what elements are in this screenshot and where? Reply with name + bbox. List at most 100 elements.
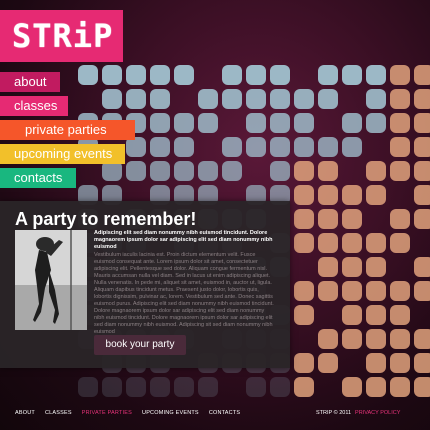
copyright-text: STRIP © 2011 — [316, 410, 352, 416]
disco-dot — [342, 305, 362, 325]
disco-dot — [270, 113, 290, 133]
disco-dot — [222, 89, 242, 109]
nav-item-label: contacts — [14, 170, 63, 185]
disco-dot — [174, 377, 194, 397]
disco-dot — [126, 377, 146, 397]
disco-dot — [294, 185, 314, 205]
disco-dot — [390, 137, 410, 157]
logo-text: STRiP — [12, 17, 114, 55]
disco-dot — [318, 185, 338, 205]
footer-link-upcoming-events[interactable]: UPCOMING EVENTS — [142, 410, 199, 416]
disco-dot — [270, 377, 290, 397]
disco-dot — [342, 233, 362, 253]
site-logo[interactable]: STRiP — [0, 10, 123, 62]
disco-dot — [126, 89, 146, 109]
disco-dot — [294, 89, 314, 109]
disco-dot — [414, 353, 430, 373]
disco-dot — [318, 209, 338, 229]
disco-dot — [102, 65, 122, 85]
dancer-photo — [15, 230, 87, 330]
disco-dot — [390, 113, 410, 133]
disco-dot — [342, 329, 362, 349]
disco-dot — [414, 161, 430, 181]
disco-dot — [270, 89, 290, 109]
disco-dot — [294, 233, 314, 253]
page-background: STRiP about classes private parties upco… — [0, 0, 430, 430]
disco-dot — [390, 377, 410, 397]
disco-dot — [366, 113, 386, 133]
privacy-policy-link[interactable]: PRIVACY POLICY — [355, 410, 400, 416]
disco-dot — [318, 233, 338, 253]
disco-dot — [366, 329, 386, 349]
disco-dot — [390, 209, 410, 229]
nav-item-about[interactable]: about — [0, 72, 60, 92]
disco-dot — [318, 65, 338, 85]
nav-item-private-parties[interactable]: private parties — [0, 120, 135, 140]
disco-dot — [414, 281, 430, 301]
disco-dot — [246, 137, 266, 157]
disco-dot — [366, 377, 386, 397]
nav-item-label: private parties — [25, 122, 107, 137]
footer-link-about[interactable]: ABOUT — [15, 410, 35, 416]
disco-dot — [174, 137, 194, 157]
disco-dot — [342, 377, 362, 397]
disco-dot — [342, 209, 362, 229]
footer-link-private-parties[interactable]: PRIVATE PARTIES — [82, 410, 132, 416]
disco-dot — [414, 209, 430, 229]
disco-dot — [294, 209, 314, 229]
disco-dot — [294, 353, 314, 373]
disco-dot — [222, 65, 242, 85]
disco-dot — [294, 113, 314, 133]
nav-item-classes[interactable]: classes — [0, 96, 68, 116]
disco-dot — [390, 161, 410, 181]
disco-dot — [390, 353, 410, 373]
body-text: Vestibulum iaculis lacinia est. Proin di… — [94, 252, 274, 335]
disco-dot — [174, 65, 194, 85]
disco-dot — [126, 137, 146, 157]
disco-dot — [198, 89, 218, 109]
disco-dot — [222, 161, 242, 181]
disco-dot — [414, 113, 430, 133]
disco-dot — [366, 233, 386, 253]
book-party-button[interactable]: book your party — [94, 335, 186, 355]
disco-dot — [270, 65, 290, 85]
disco-dot — [366, 305, 386, 325]
disco-dot — [198, 377, 218, 397]
disco-dot — [366, 281, 386, 301]
disco-dot — [342, 113, 362, 133]
disco-dot — [246, 377, 266, 397]
disco-dot — [414, 329, 430, 349]
disco-dot — [318, 89, 338, 109]
disco-dot — [414, 65, 430, 85]
footer-nav: ABOUT CLASSES PRIVATE PARTIES UPCOMING E… — [15, 410, 240, 416]
disco-dot — [318, 137, 338, 157]
disco-dot — [150, 377, 170, 397]
disco-dot — [390, 233, 410, 253]
disco-dot — [414, 89, 430, 109]
disco-dot — [366, 89, 386, 109]
disco-dot — [294, 305, 314, 325]
nav-item-label: classes — [14, 98, 58, 113]
intro-text: Adipiscing elit sed diam nonummy nibh eu… — [94, 230, 273, 250]
disco-dot — [126, 65, 146, 85]
disco-dot — [150, 137, 170, 157]
disco-dot — [246, 65, 266, 85]
nav-item-upcoming-events[interactable]: upcoming events — [0, 144, 125, 164]
disco-dot — [318, 353, 338, 373]
disco-dot — [318, 281, 338, 301]
disco-dot — [222, 137, 242, 157]
footer-link-contacts[interactable]: CONTACTS — [209, 410, 240, 416]
disco-dot — [342, 281, 362, 301]
nav-item-label: upcoming events — [14, 146, 113, 161]
footer-link-classes[interactable]: CLASSES — [45, 410, 72, 416]
footer-legal: STRIP © 2011 PRIVACY POLICY — [316, 410, 400, 416]
disco-dot — [366, 353, 386, 373]
disco-dot — [390, 89, 410, 109]
page-title: A party to remember! — [15, 209, 197, 229]
disco-dot — [294, 137, 314, 157]
disco-dot — [342, 137, 362, 157]
nav-item-contacts[interactable]: contacts — [0, 168, 76, 188]
disco-dot — [390, 281, 410, 301]
disco-dot — [294, 281, 314, 301]
disco-dot — [246, 89, 266, 109]
